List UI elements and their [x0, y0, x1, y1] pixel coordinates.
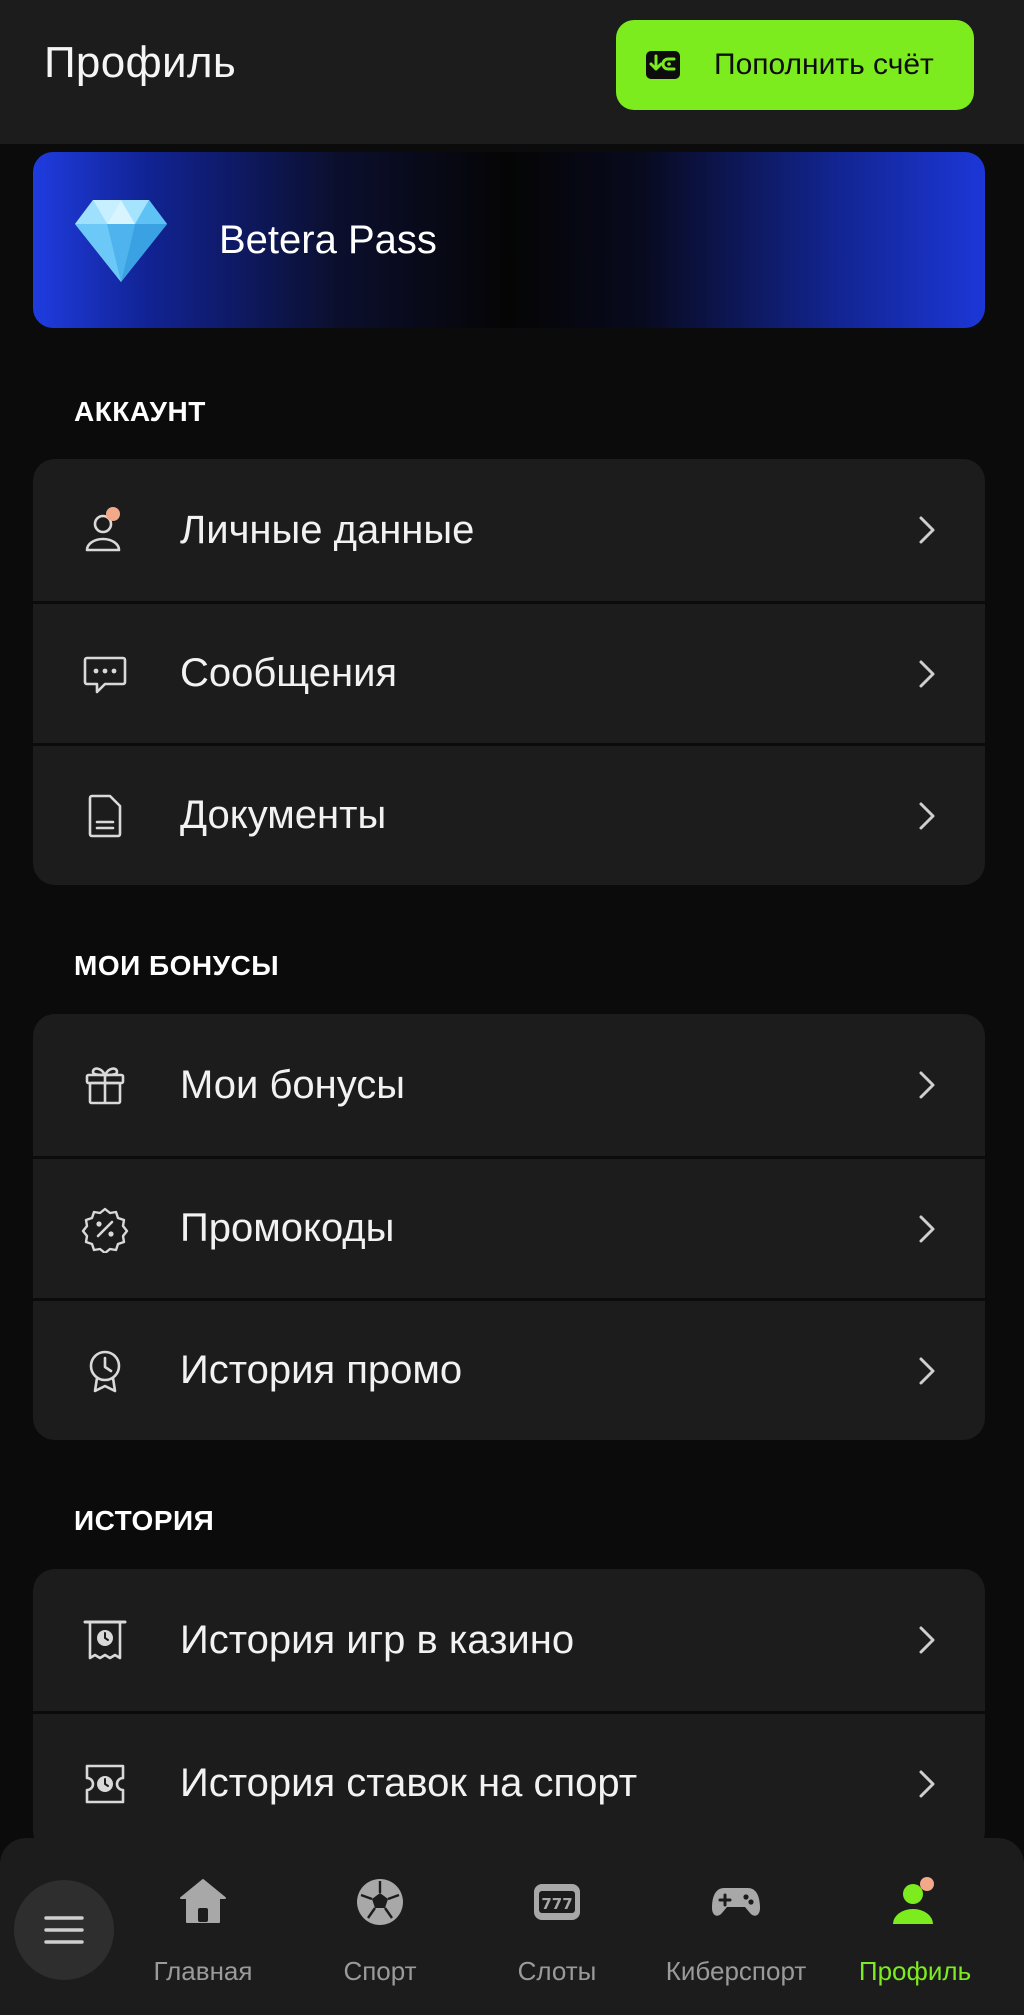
page-title: Профиль — [44, 38, 237, 87]
chevron-right-icon — [919, 516, 935, 544]
section-title-account: АККАУНТ — [74, 396, 206, 427]
menu-item-label: Мои бонусы — [180, 1062, 406, 1107]
nav-label: Главная — [153, 1956, 253, 1986]
wallet-deposit-icon — [646, 51, 680, 79]
menu-item-casino-history[interactable]: История игр в казино — [33, 1569, 985, 1711]
topup-button[interactable]: Пополнить счёт — [616, 20, 974, 110]
soccer-ball-icon — [357, 1879, 403, 1925]
chevron-right-icon — [919, 1071, 935, 1099]
diamond-icon — [75, 200, 167, 282]
user-icon — [85, 507, 121, 552]
menu-item-messages[interactable]: Сообщения — [33, 601, 985, 743]
bottom-nav: Главная Спорт 777 Слоты Киберспорт Профи… — [0, 1838, 1024, 2015]
app-header: Профиль Пополнить счёт — [0, 0, 1024, 144]
section-title-bonuses: МОИ БОНУСЫ — [74, 950, 280, 981]
account-group: Личные данные Сообщения Документы — [33, 459, 985, 885]
nav-label: Слоты — [517, 1956, 597, 1986]
notification-dot — [106, 507, 120, 521]
gamepad-icon — [712, 1888, 760, 1916]
menu-item-label: История промо — [180, 1348, 463, 1392]
home-icon — [180, 1879, 226, 1923]
menu-item-sport-bets-history[interactable]: История ставок на спорт — [33, 1711, 985, 1853]
gift-icon — [85, 1067, 125, 1105]
promo-code-icon — [81, 1207, 129, 1253]
section-title-history: ИСТОРИЯ — [74, 1505, 215, 1536]
menu-item-personal-data[interactable]: Личные данные — [33, 459, 985, 601]
menu-item-label: Сообщения — [180, 651, 398, 695]
nav-label: Профиль — [858, 1956, 972, 1986]
hamburger-icon — [44, 1916, 84, 1944]
menu-item-my-bonuses[interactable]: Мои бонусы — [33, 1014, 985, 1156]
menu-item-label: История ставок на спорт — [180, 1761, 638, 1805]
betera-pass-title: Betera Pass — [219, 218, 437, 262]
menu-item-label: Документы — [180, 793, 387, 837]
menu-item-promo-history[interactable]: История промо — [33, 1298, 985, 1440]
chevron-right-icon — [919, 1357, 935, 1384]
menu-item-label: Личные данные — [180, 507, 475, 552]
chevron-right-icon — [919, 1215, 935, 1242]
nav-item-slots[interactable]: 777 Слоты — [477, 1876, 637, 1996]
promo-history-icon — [89, 1350, 121, 1392]
chevron-right-icon — [919, 802, 935, 829]
nav-item-profile[interactable]: Профиль — [835, 1876, 995, 1996]
hamburger-menu-button[interactable] — [14, 1880, 114, 1980]
menu-item-label: Промокоды — [180, 1206, 395, 1250]
chevron-right-icon — [919, 660, 935, 687]
chat-icon — [83, 656, 127, 693]
nav-label: Спорт — [343, 1956, 417, 1986]
chevron-right-icon — [919, 1770, 935, 1797]
profile-icon — [893, 1877, 934, 1924]
history-group: История игр в казино История ставок на с… — [33, 1569, 985, 1853]
menu-item-promo-codes[interactable]: Промокоды — [33, 1156, 985, 1298]
topup-button-label: Пополнить счёт — [714, 48, 934, 81]
notification-dot — [920, 1877, 934, 1891]
chevron-right-icon — [919, 1626, 935, 1654]
document-icon — [88, 794, 122, 837]
nav-item-sport[interactable]: Спорт — [300, 1876, 460, 1996]
betera-pass-card[interactable]: Betera Pass — [33, 152, 985, 328]
nav-label: Киберспорт — [665, 1956, 807, 1986]
nav-item-esports[interactable]: Киберспорт — [656, 1876, 816, 1996]
sport-bets-history-icon — [85, 1764, 125, 1803]
svg-text:777: 777 — [541, 1895, 572, 1913]
casino-history-icon — [83, 1620, 127, 1660]
menu-item-documents[interactable]: Документы — [33, 743, 985, 885]
bonuses-group: Мои бонусы Промокоды История промо — [33, 1014, 985, 1440]
menu-item-label: История игр в казино — [180, 1617, 575, 1662]
nav-item-home[interactable]: Главная — [123, 1876, 283, 1996]
slots-777-icon: 777 — [534, 1884, 580, 1920]
